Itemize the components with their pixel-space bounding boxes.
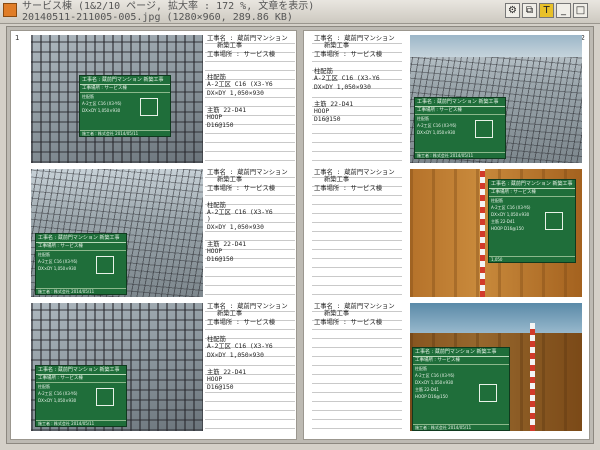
photo-note-4: 工事名 : 蔵前門マンション 新築工事 工事場所 : サービス棟 xyxy=(312,169,402,297)
photo-4[interactable]: 工事名 : 蔵前門マンション 新築工事 工事場所 : サービス棟 柱配筋 A-2… xyxy=(410,169,582,297)
page-number: 1 xyxy=(15,34,20,42)
site-board: 工事名 : 蔵前門マンション 新築工事 工事場所 : サービス棟 柱配筋 A-2… xyxy=(79,75,171,137)
text-toggle-icon[interactable]: T xyxy=(539,3,554,18)
photo-note-5: 工事名 : 蔵前門マンション 新築工事 工事場所 : サービス棟 柱配筋 A-2… xyxy=(205,303,295,431)
app-icon[interactable] xyxy=(3,3,17,17)
site-board: 工事名 : 蔵前門マンション 新築工事 工事場所 : サービス棟 柱配筋 A-2… xyxy=(414,97,506,159)
site-board: 工事名 : 蔵前門マンション 新築工事 工事場所 : サービス棟 柱配筋 A-2… xyxy=(488,179,576,263)
photo-note-2: 工事名 : 蔵前門マンション 新築工事 工事場所 : サービス棟 柱配筋 A-2… xyxy=(312,35,402,163)
photo-note-6: 工事名 : 蔵前門マンション 新築工事 工事場所 : サービス棟 xyxy=(312,303,402,431)
window-title: サービス棟 (1&2/10 ページ, 拡大率 : 172 %, 文章を表示) xyxy=(22,1,315,12)
page-right: 2 工事名 : 蔵前門マンション 新築工事 工事場所 : サービス棟 柱配筋 A… xyxy=(303,30,590,440)
photo-5[interactable]: 工事名 : 蔵前門マンション 新築工事 工事場所 : サービス棟 柱配筋 A-2… xyxy=(31,303,203,431)
page-viewer[interactable]: 1 工事名 : 蔵前門マンション 新築工事 工事場所 : サービス棟 柱配筋 A… xyxy=(6,26,594,444)
maximize-button[interactable]: □ xyxy=(573,3,588,18)
site-board: 工事名 : 蔵前門マンション 新築工事 工事場所 : サービス棟 柱配筋 A-2… xyxy=(35,233,127,295)
viewer-window: サービス棟 (1&2/10 ページ, 拡大率 : 172 %, 文章を表示) 2… xyxy=(0,0,600,450)
site-board: 工事名 : 蔵前門マンション 新築工事 工事場所 : サービス棟 柱配筋 A-2… xyxy=(35,365,127,427)
photo-6[interactable]: 工事名 : 蔵前門マンション 新築工事 工事場所 : サービス棟 柱配筋 A-2… xyxy=(410,303,582,431)
photo-note-1: 工事名 : 蔵前門マンション 新築工事 工事場所 : サービス棟 柱配筋 A-2… xyxy=(205,35,295,163)
settings-icon[interactable]: ⚙ xyxy=(505,3,520,18)
file-info: 20140511-211005-005.jpg (1280×960, 289.8… xyxy=(22,12,293,23)
photo-3[interactable]: 工事名 : 蔵前門マンション 新築工事 工事場所 : サービス棟 柱配筋 A-2… xyxy=(31,169,203,297)
site-board: 工事名 : 蔵前門マンション 新築工事 工事場所 : サービス棟 柱配筋 A-2… xyxy=(412,347,510,431)
photo-note-3: 工事名 : 蔵前門マンション 新築工事 工事場所 : サービス棟 柱配筋 A-2… xyxy=(205,169,295,297)
copy-icon[interactable]: ⧉ xyxy=(522,3,537,18)
photo-2[interactable]: 工事名 : 蔵前門マンション 新築工事 工事場所 : サービス棟 柱配筋 A-2… xyxy=(410,35,582,163)
photo-1[interactable]: 工事名 : 蔵前門マンション 新築工事 工事場所 : サービス棟 柱配筋 A-2… xyxy=(31,35,203,163)
page-left: 1 工事名 : 蔵前門マンション 新築工事 工事場所 : サービス棟 柱配筋 A… xyxy=(10,30,297,440)
title-bar: サービス棟 (1&2/10 ページ, 拡大率 : 172 %, 文章を表示) 2… xyxy=(0,0,600,24)
minimize-button[interactable]: _ xyxy=(556,3,571,18)
